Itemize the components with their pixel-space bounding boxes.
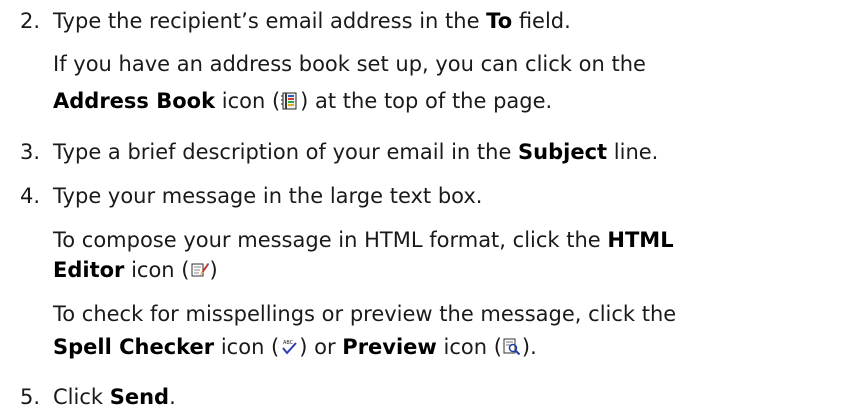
send-label: Send (109, 385, 170, 409)
editor-label: Editor (53, 258, 125, 282)
step-text: Click Send. (53, 385, 176, 409)
address-book-label: Address Book (53, 89, 216, 113)
step-4-spell-note-line2: Spell Checker icon (ABC) or Preview icon… (53, 335, 537, 359)
spell-checker-label: Spell Checker (53, 335, 215, 359)
step-2-note-line1: If you have an address book set up, you … (53, 52, 646, 76)
step-number: 4. (19, 184, 40, 208)
step-text: Type the recipient’s email address in th… (53, 9, 571, 33)
step-number: 5. (19, 385, 40, 409)
step-number: 3. (19, 140, 40, 164)
spell-checker-icon: ABC (280, 338, 298, 356)
preview-icon (503, 338, 521, 356)
to-field-label: To (486, 9, 513, 33)
html-editor-icon (191, 261, 209, 279)
step-text: Type a brief description of your email i… (53, 140, 659, 164)
step-4-html-note-line2: Editor icon () (53, 258, 218, 282)
svg-text:ABC: ABC (283, 340, 294, 346)
preview-label: Preview (342, 335, 437, 359)
step-4-spell-note-line1: To check for misspellings or preview the… (53, 302, 677, 326)
step-4-html-note-line1: To compose your message in HTML format, … (53, 228, 674, 252)
html-label: HTML (607, 228, 674, 252)
address-book-icon (281, 92, 299, 110)
step-2-note-line2: Address Book icon () at the top of the p… (53, 89, 553, 113)
subject-field-label: Subject (518, 140, 608, 164)
step-number: 2. (19, 9, 40, 33)
instructions-document: 2. Type the recipient’s email address in… (0, 0, 861, 420)
step-text: Type your message in the large text box. (53, 184, 483, 208)
